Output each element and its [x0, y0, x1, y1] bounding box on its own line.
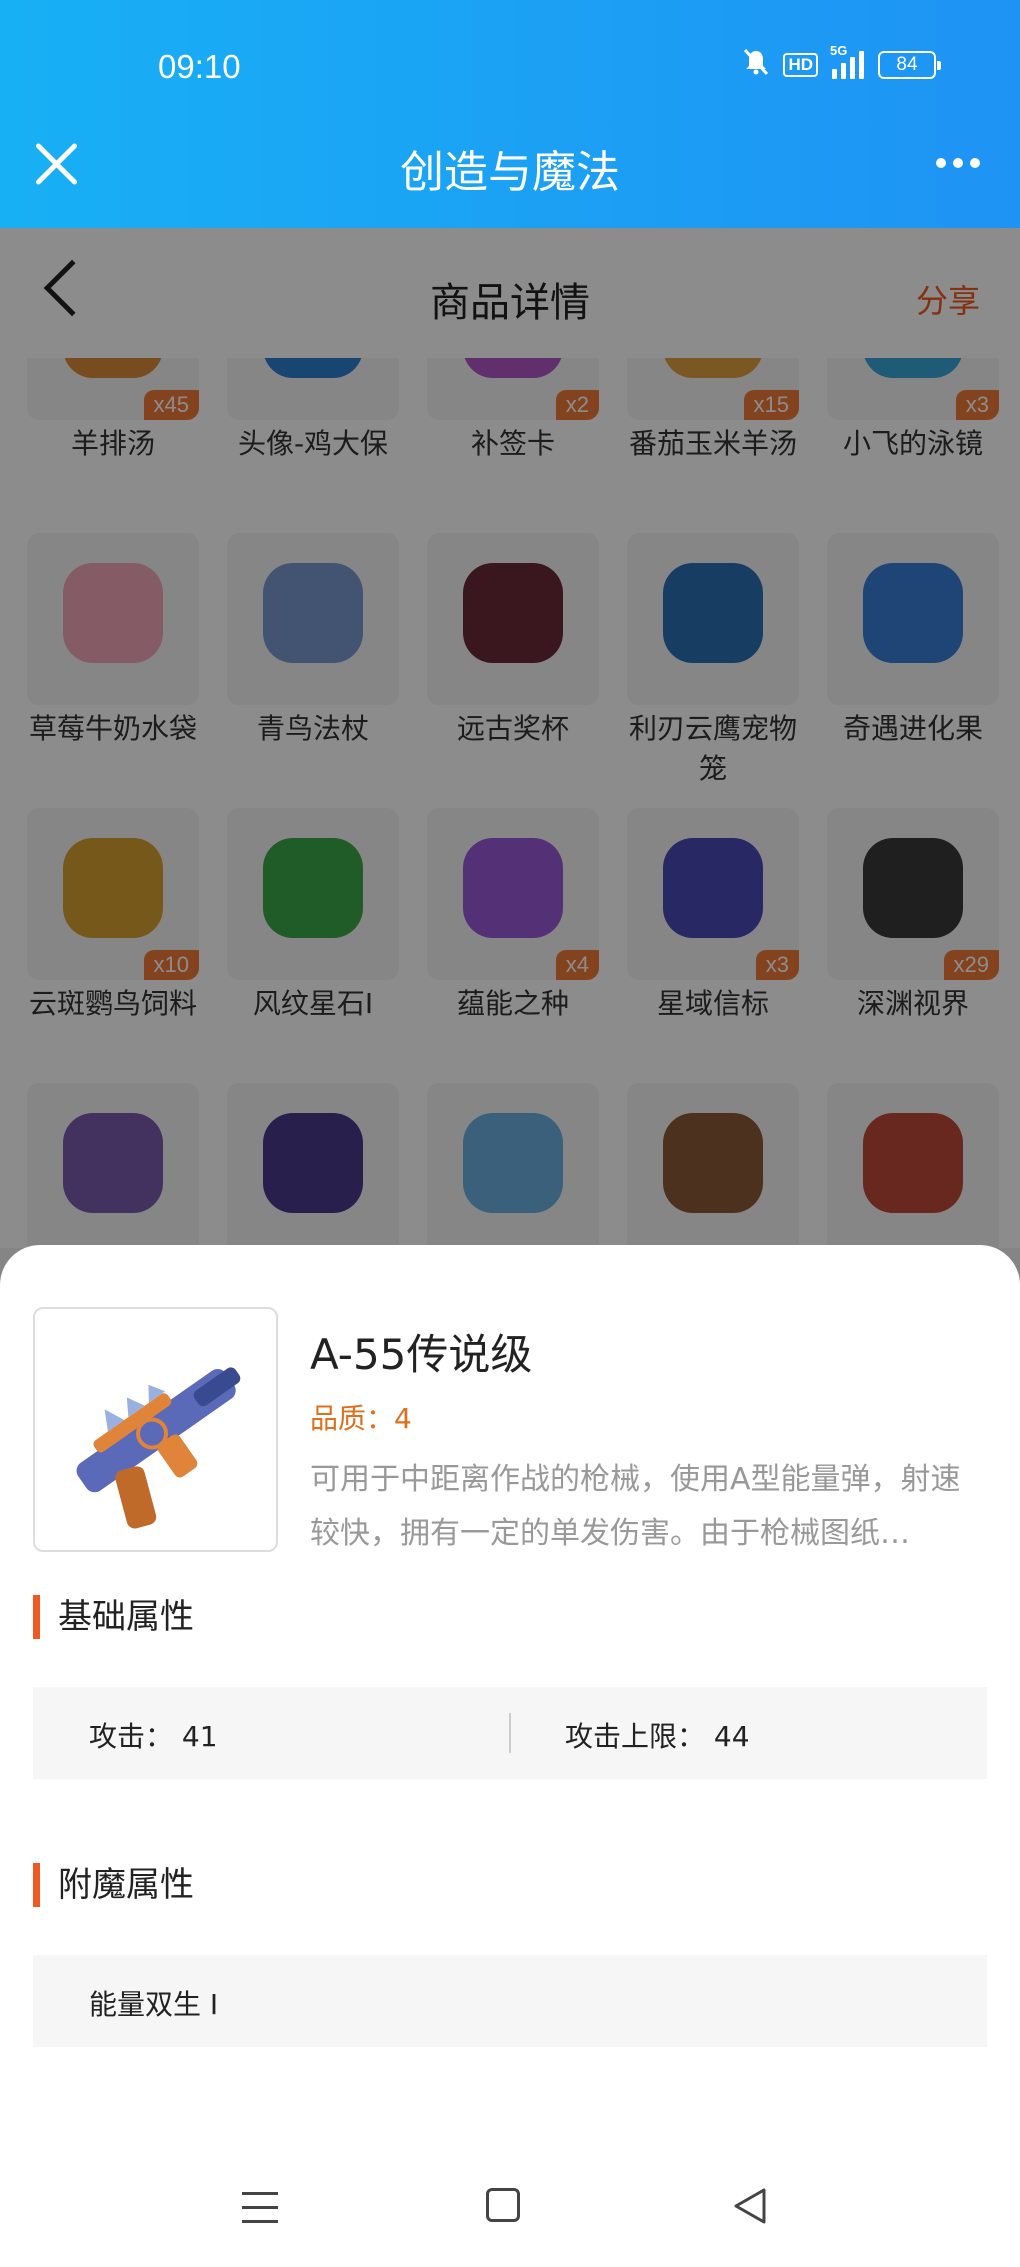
app-title: 创造与魔法: [400, 147, 620, 198]
menu-nav-icon[interactable]: [242, 2192, 278, 2223]
base-attrs-title: 基础属性: [33, 1595, 194, 1639]
attack-value: 41: [181, 1720, 218, 1753]
app-bar: 09:10 HD 5G 84 创造与魔法: [0, 0, 1020, 228]
home-nav-icon[interactable]: [486, 2188, 520, 2222]
battery-icon: 84: [878, 50, 941, 79]
quality-value: 4: [394, 1402, 412, 1435]
attack-max-label: 攻击上限：: [565, 1720, 706, 1753]
more-icon[interactable]: [936, 158, 980, 168]
attack-attr: 攻击： 41: [89, 1715, 218, 1755]
attack-max-value: 44: [713, 1720, 750, 1753]
hd-badge: HD: [783, 52, 818, 77]
status-icons: HD 5G 84: [743, 43, 941, 81]
battery-level: 84: [896, 53, 918, 75]
item-image: [33, 1307, 278, 1552]
mute-icon: [743, 48, 769, 81]
attack-max-attr: 攻击上限： 44: [565, 1715, 750, 1755]
enchant-value: 能量双生 I: [89, 1988, 219, 2021]
enchant-attrs-box: 能量双生 I: [33, 1955, 987, 2047]
network-type: 5G: [830, 42, 848, 58]
system-nav-bar: [0, 2152, 1020, 2267]
attack-label: 攻击：: [89, 1720, 174, 1753]
status-time: 09:10: [158, 48, 241, 85]
base-attrs-box: 攻击： 41 攻击上限： 44: [33, 1687, 987, 1779]
item-name: A-55传说级: [310, 1330, 533, 1379]
item-detail-sheet: A-55传说级 品质：4 可用于中距离作战的枪械，使用A型能量弹，射速较快，拥有…: [0, 1245, 1020, 2267]
signal-icon: 5G: [830, 43, 864, 79]
item-description: 可用于中距离作战的枪械，使用A型能量弹，射速较快，拥有一定的单发伤害。由于枪械图…: [310, 1462, 961, 1551]
item-quality: 品质：4: [310, 1397, 412, 1437]
attr-divider: [509, 1713, 511, 1753]
quality-label: 品质：: [310, 1402, 395, 1435]
enchant-attrs-title: 附魔属性: [33, 1863, 194, 1907]
